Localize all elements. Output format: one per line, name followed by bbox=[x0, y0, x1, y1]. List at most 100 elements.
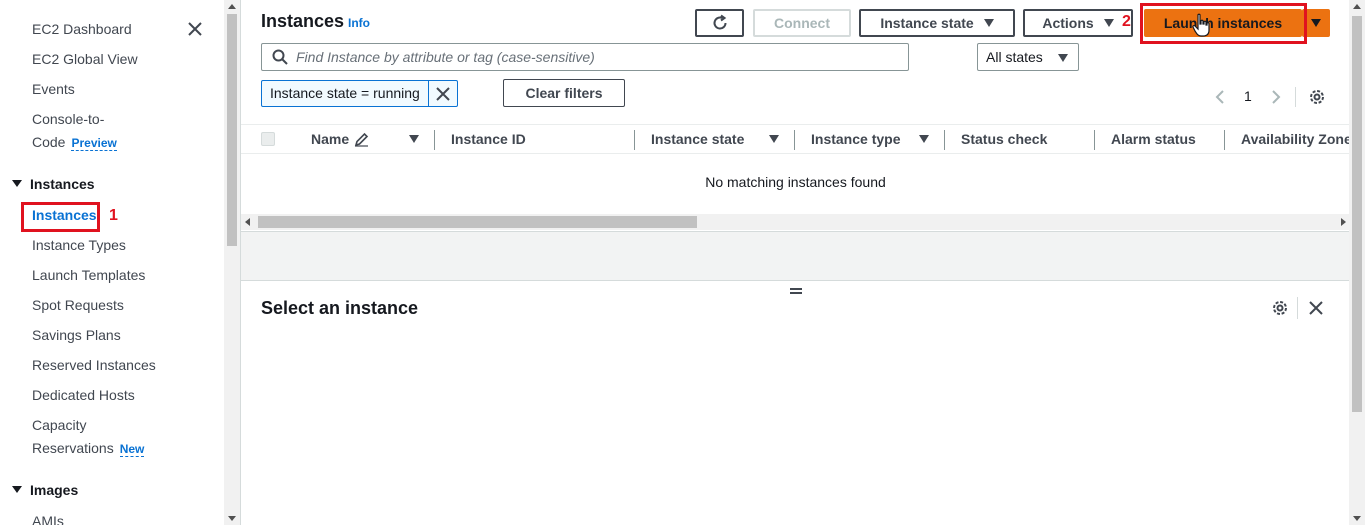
current-page[interactable]: 1 bbox=[1244, 88, 1252, 104]
instance-states-select[interactable]: All states bbox=[977, 43, 1079, 71]
scroll-up-arrow-icon[interactable] bbox=[228, 4, 236, 9]
instance-state-button[interactable]: Instance state bbox=[859, 9, 1015, 37]
nav-ec2-dashboard[interactable]: EC2 Dashboard bbox=[32, 21, 132, 37]
scrollbar-thumb[interactable] bbox=[227, 14, 237, 246]
column-header-availability-zone[interactable]: Availability Zone bbox=[1241, 131, 1352, 147]
column-header-alarm-status[interactable]: Alarm status bbox=[1111, 131, 1196, 147]
annotation-step1: 1 bbox=[109, 207, 118, 224]
connect-button[interactable]: Connect bbox=[753, 9, 851, 37]
gear-icon[interactable] bbox=[1271, 299, 1289, 317]
column-header-instance-id[interactable]: Instance ID bbox=[451, 131, 526, 147]
states-select-value: All states bbox=[986, 49, 1043, 65]
edit-pencil-icon bbox=[354, 132, 369, 147]
nav-ec2-global-view[interactable]: EC2 Global View bbox=[32, 51, 138, 67]
highlight-box-step2 bbox=[1140, 3, 1307, 44]
section-images-label: Images bbox=[30, 482, 79, 498]
nav-capacity-line2-row[interactable]: Reservations New bbox=[32, 440, 145, 457]
pager-divider bbox=[1295, 87, 1296, 107]
nav-spot-requests[interactable]: Spot Requests bbox=[32, 297, 124, 313]
section-images-toggle[interactable]: Images bbox=[12, 482, 78, 498]
sort-caret-icon[interactable] bbox=[919, 135, 929, 143]
actions-button[interactable]: Actions bbox=[1023, 9, 1133, 37]
instance-state-label: Instance state bbox=[880, 15, 974, 31]
close-icon[interactable] bbox=[186, 20, 204, 38]
section-instances-toggle[interactable]: Instances bbox=[12, 176, 95, 192]
nav-capacity-line1: Capacity bbox=[32, 417, 87, 433]
column-separator[interactable] bbox=[1094, 130, 1095, 150]
actions-label: Actions bbox=[1042, 15, 1094, 31]
nav-console-to-code[interactable]: Console-to- bbox=[32, 111, 104, 127]
nav-capacity-reservations[interactable]: Capacity bbox=[32, 417, 86, 433]
column-separator[interactable] bbox=[634, 130, 635, 150]
scroll-down-arrow-icon[interactable] bbox=[228, 516, 236, 521]
section-instances-label: Instances bbox=[30, 176, 95, 192]
scroll-down-arrow-icon[interactable] bbox=[1353, 516, 1361, 521]
page-title: Instances bbox=[261, 11, 345, 31]
scroll-right-arrow-icon[interactable] bbox=[1341, 218, 1346, 226]
scroll-up-arrow-icon[interactable] bbox=[1353, 4, 1361, 9]
table-horizontal-scrollbar[interactable] bbox=[241, 214, 1350, 230]
nav-amis[interactable]: AMIs bbox=[32, 513, 64, 525]
side-navigation: EC2 Dashboard EC2 Global View Events Con… bbox=[0, 0, 224, 525]
annotation-step2: 2 bbox=[1122, 13, 1131, 30]
column-separator[interactable] bbox=[944, 130, 945, 150]
highlight-box-step1 bbox=[21, 202, 100, 232]
nav-capacity-line2: Reservations bbox=[32, 440, 114, 456]
table-header: Name Instance ID Instance state Instance… bbox=[241, 124, 1352, 154]
select-all-checkbox[interactable] bbox=[261, 132, 275, 146]
nav-launch-templates[interactable]: Launch Templates bbox=[32, 267, 145, 283]
empty-message-text: No matching instances found bbox=[705, 174, 886, 190]
new-badge: New bbox=[119, 442, 145, 457]
caret-down-icon bbox=[983, 19, 994, 27]
nav-console-to-code-line2-row[interactable]: Code Preview bbox=[32, 134, 117, 151]
caret-down-icon bbox=[12, 486, 22, 493]
filter-token-label[interactable]: Instance state = running bbox=[262, 81, 429, 106]
column-separator[interactable] bbox=[794, 130, 795, 150]
nav-console-to-code-line2: Code bbox=[32, 134, 66, 150]
resize-handle-icon[interactable] bbox=[790, 288, 802, 294]
split-panel-divider bbox=[241, 231, 1350, 281]
page-scrollbar[interactable] bbox=[1349, 0, 1365, 525]
sort-caret-icon[interactable] bbox=[409, 135, 419, 143]
preview-badge: Preview bbox=[71, 136, 117, 151]
instances-main-panel: Instances Info Connect Instance state Ac… bbox=[240, 0, 1352, 525]
caret-down-icon bbox=[1103, 19, 1114, 27]
empty-table-message: No matching instances found bbox=[241, 174, 1350, 190]
nav-dedicated-hosts[interactable]: Dedicated Hosts bbox=[32, 387, 135, 403]
column-header-instance-type[interactable]: Instance type bbox=[811, 131, 900, 147]
sort-caret-icon[interactable] bbox=[769, 135, 779, 143]
column-separator[interactable] bbox=[434, 130, 435, 150]
nav-reserved-instances[interactable]: Reserved Instances bbox=[32, 357, 156, 373]
caret-down-icon bbox=[1058, 54, 1068, 62]
caret-down-icon bbox=[1311, 19, 1321, 27]
nav-events[interactable]: Events bbox=[32, 81, 75, 97]
column-separator[interactable] bbox=[1224, 130, 1225, 150]
panel-actions-divider bbox=[1297, 297, 1298, 319]
next-page-icon[interactable] bbox=[1271, 89, 1281, 105]
search-icon bbox=[272, 49, 288, 65]
column-header-instance-state[interactable]: Instance state bbox=[651, 131, 744, 147]
refresh-button[interactable] bbox=[695, 9, 744, 37]
hand-cursor-icon bbox=[1192, 13, 1210, 37]
column-header-status-check[interactable]: Status check bbox=[961, 131, 1047, 147]
scroll-left-arrow-icon[interactable] bbox=[245, 218, 250, 226]
scrollbar-thumb[interactable] bbox=[1352, 16, 1362, 412]
info-link[interactable]: Info bbox=[348, 16, 370, 30]
search-input[interactable] bbox=[296, 49, 896, 65]
caret-down-icon bbox=[12, 180, 22, 187]
scrollbar-thumb[interactable] bbox=[258, 216, 697, 228]
details-panel-title: Select an instance bbox=[261, 298, 419, 318]
nav-instance-types[interactable]: Instance Types bbox=[32, 237, 126, 253]
nav-console-to-code-line1: Console-to- bbox=[32, 111, 105, 127]
search-field[interactable] bbox=[261, 43, 909, 71]
clear-filters-button[interactable]: Clear filters bbox=[503, 79, 625, 107]
prev-page-icon[interactable] bbox=[1215, 89, 1225, 105]
nav-savings-plans[interactable]: Savings Plans bbox=[32, 327, 121, 343]
column-header-name[interactable]: Name bbox=[311, 131, 349, 147]
gear-icon[interactable] bbox=[1308, 88, 1326, 106]
close-icon[interactable] bbox=[1308, 300, 1324, 316]
filter-token: Instance state = running bbox=[261, 80, 458, 107]
remove-filter-button[interactable] bbox=[429, 81, 457, 106]
refresh-icon bbox=[713, 14, 726, 30]
sidebar-scrollbar[interactable] bbox=[224, 0, 240, 525]
